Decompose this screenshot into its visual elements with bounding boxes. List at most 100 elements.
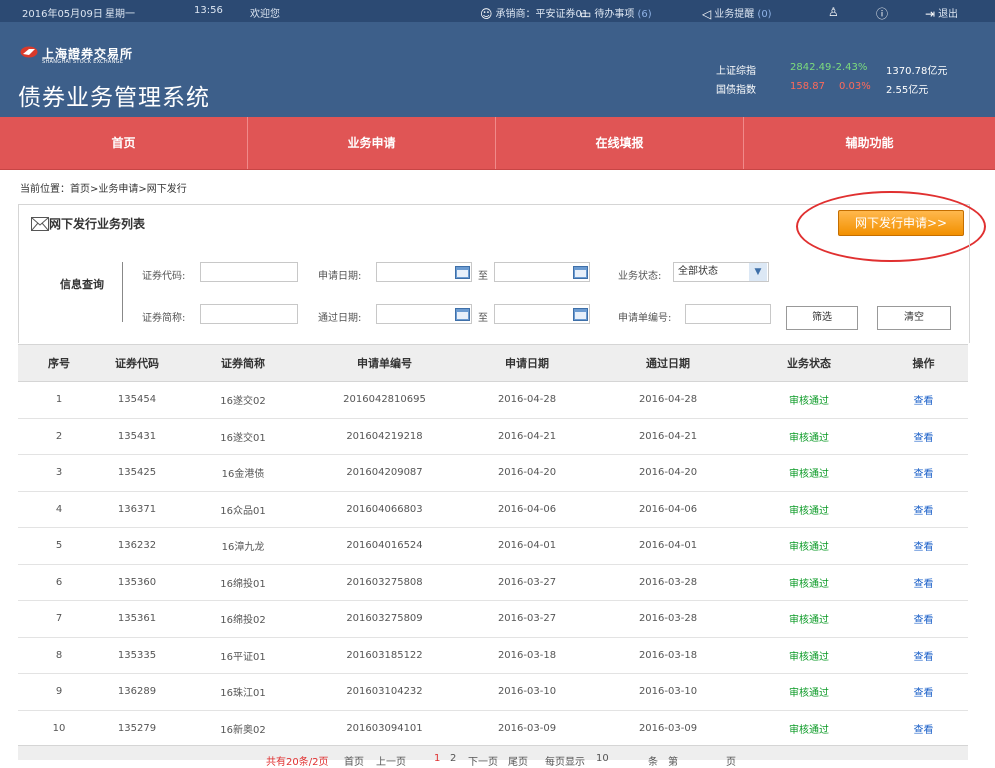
pager-next[interactable]: 下一页: [468, 753, 498, 768]
filter-button[interactable]: 筛选: [786, 306, 858, 330]
table-cell: 136232: [100, 527, 174, 565]
view-link[interactable]: 查看: [879, 564, 968, 601]
column-header: 序号: [18, 344, 100, 382]
table-cell: 5: [18, 527, 100, 565]
table-cell: 16遂交02: [174, 381, 312, 419]
to-label: 至: [478, 313, 488, 324]
table-cell: 16新奥02: [174, 710, 312, 747]
table-cell: 201603104232: [312, 673, 457, 711]
index-amount: 1370.78亿元: [886, 66, 948, 77]
table-cell: 2016-03-10: [597, 673, 739, 711]
pagination: 共有20条/2页 首页 上一页 1 2 下一页 尾页 每页显示 10 条 第 页: [18, 745, 968, 768]
table-header-row: 序号 证券代码 证券简称 申请单编号 申请日期 通过日期 业务状态 操作: [18, 344, 968, 382]
user-icon: ☺: [480, 7, 493, 21]
table-cell: 201603275809: [312, 600, 457, 638]
status-cell: 审核通过: [739, 381, 879, 419]
nav-business-apply[interactable]: 业务申请: [248, 117, 496, 169]
nav-auxiliary[interactable]: 辅助功能: [744, 117, 995, 169]
calendar-icon[interactable]: [573, 266, 588, 279]
pass-date-label: 通过日期:: [318, 313, 362, 324]
time-text: 13:56: [194, 5, 223, 16]
view-link[interactable]: 查看: [879, 673, 968, 711]
index-value: 158.87: [790, 81, 825, 92]
index-change: 0.03%: [839, 81, 871, 92]
table-cell: 10: [18, 710, 100, 747]
table-row: 2 135431 16遂交01 201604219218 2016-04-21 2016-…: [18, 418, 968, 455]
welcome-text: 欢迎您: [250, 9, 280, 20]
table-row: 9 136289 16珠江01 201603104232 2016-03-10 2016-…: [18, 673, 968, 711]
status-cell: 审核通过: [739, 454, 879, 492]
view-link[interactable]: 查看: [879, 710, 968, 747]
table-cell: 16绵投01: [174, 564, 312, 601]
index-value: 2842.49: [790, 62, 832, 73]
table-cell: 135279: [100, 710, 174, 747]
index-name: 国债指数: [716, 85, 756, 96]
table-cell: 2016-04-06: [597, 491, 739, 528]
header: 上海證券交易所 SHANGHAI STOCK EXCHANGE 债券业务管理系统…: [0, 22, 995, 117]
calendar-icon[interactable]: [573, 308, 588, 321]
table-cell: 201603275808: [312, 564, 457, 601]
business-table: 序号 证券代码 证券简称 申请单编号 申请日期 通过日期 业务状态 操作 1 135454 16遂…: [18, 344, 968, 747]
column-header: 通过日期: [597, 344, 739, 382]
table-row: 5 136232 16漳九龙 201604016524 2016-04-01 2016-0…: [18, 527, 968, 565]
table-cell: 2016-04-21: [597, 418, 739, 455]
table-cell: 2016-03-27: [457, 564, 597, 601]
pager-per-page-label: 每页显示: [545, 757, 585, 768]
table-cell: 2016-04-06: [457, 491, 597, 528]
nav-home[interactable]: 首页: [0, 117, 248, 169]
table-row: 1 135454 16遂交02 2016042810695 2016-04-28 2016…: [18, 381, 968, 419]
system-title: 债券业务管理系统: [18, 85, 210, 111]
nav-online-report[interactable]: 在线填报: [496, 117, 744, 169]
short-name-input[interactable]: [200, 304, 298, 324]
view-link[interactable]: 查看: [879, 454, 968, 492]
view-link[interactable]: 查看: [879, 381, 968, 419]
table-cell: 2016-03-28: [597, 564, 739, 601]
table-cell: 201604209087: [312, 454, 457, 492]
pager-last[interactable]: 尾页: [508, 753, 528, 768]
table-cell: 2016-03-10: [457, 673, 597, 711]
profile-icon[interactable]: ♙: [828, 5, 839, 19]
pager-total: 共有20条/2页: [266, 757, 329, 768]
table-row: 8 135335 16平证01 201603185122 2016-03-18 2016-…: [18, 637, 968, 674]
table-cell: 16金港债: [174, 454, 312, 492]
logo-subtext: SHANGHAI STOCK EXCHANGE: [42, 59, 124, 65]
table-cell: 7: [18, 600, 100, 638]
table-row: 6 135360 16绵投01 201603275808 2016-03-27 2016-…: [18, 564, 968, 601]
table-cell: 16众品01: [174, 491, 312, 528]
pager-first[interactable]: 首页: [344, 753, 364, 768]
table-cell: 135425: [100, 454, 174, 492]
logout-button[interactable]: ⇥ 退出: [925, 5, 958, 21]
app-no-input[interactable]: [685, 304, 771, 324]
view-link[interactable]: 查看: [879, 637, 968, 674]
view-link[interactable]: 查看: [879, 491, 968, 528]
status-cell: 审核通过: [739, 673, 879, 711]
table-cell: 201603185122: [312, 637, 457, 674]
to-label: 至: [478, 271, 488, 282]
panel-title: 网下发行业务列表: [49, 217, 146, 231]
column-header: 申请日期: [457, 344, 597, 382]
view-link[interactable]: 查看: [879, 600, 968, 638]
todo-link[interactable]: ▭ 待办事项 (6): [580, 5, 652, 21]
apply-date-label: 申请日期:: [318, 271, 362, 282]
table-cell: 2016-03-09: [457, 710, 597, 747]
message-icon: ▭: [580, 7, 592, 21]
status-cell: 审核通过: [739, 564, 879, 601]
table-cell: 135454: [100, 381, 174, 419]
table-cell: 135431: [100, 418, 174, 455]
chevron-down-icon[interactable]: ▼: [749, 263, 767, 281]
info-icon[interactable]: ⓘ: [876, 5, 888, 22]
sse-logo-icon: [20, 46, 38, 58]
code-input[interactable]: [200, 262, 298, 282]
calendar-icon[interactable]: [455, 308, 470, 321]
pager-prev[interactable]: 上一页: [376, 753, 406, 768]
view-link[interactable]: 查看: [879, 527, 968, 565]
table-cell: 135360: [100, 564, 174, 601]
table-cell: 2016-03-18: [597, 637, 739, 674]
clear-button[interactable]: 清空: [877, 306, 951, 330]
calendar-icon[interactable]: [455, 266, 470, 279]
view-link[interactable]: 查看: [879, 418, 968, 455]
status-cell: 审核通过: [739, 600, 879, 638]
table-cell: 16漳九龙: [174, 527, 312, 565]
table-row: 10 135279 16新奥02 201603094101 2016-03-09 2016…: [18, 710, 968, 747]
reminder-link[interactable]: ◁ 业务提醒 (0): [702, 5, 772, 21]
